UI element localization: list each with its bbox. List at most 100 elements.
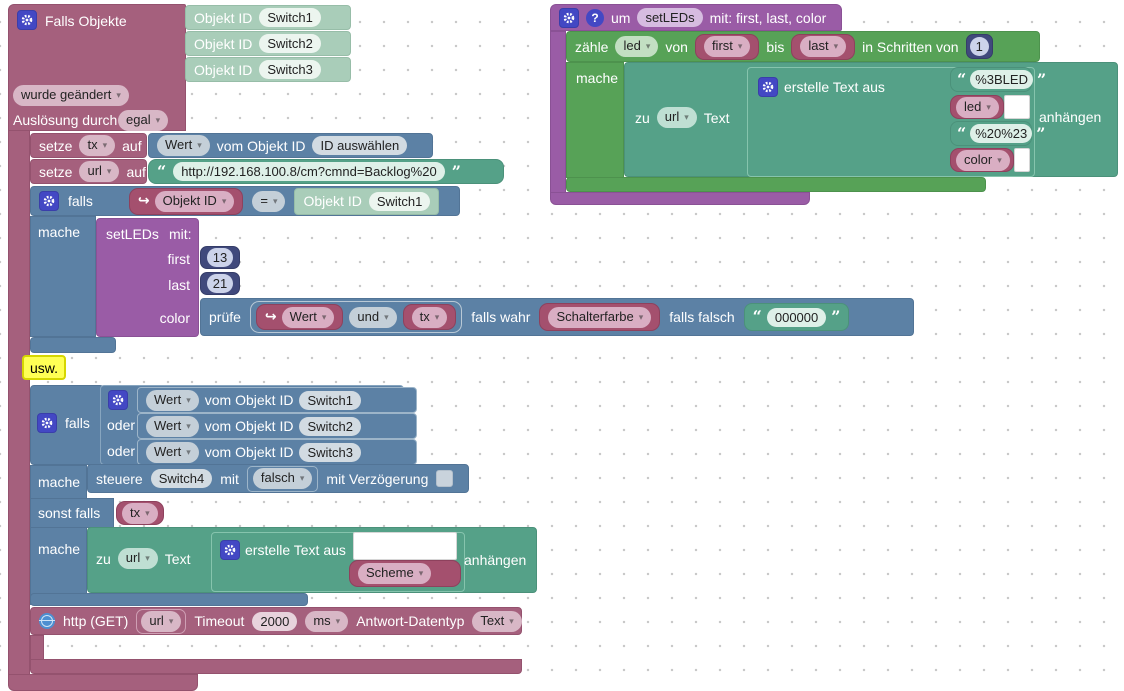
string-block[interactable]: http://192.168.100.8/cm?cmnd=Backlog%20 bbox=[148, 159, 504, 184]
if-block-header[interactable]: falls Objekt ID = Objekt ID Switch1 bbox=[30, 186, 460, 216]
help-icon[interactable] bbox=[586, 8, 604, 27]
string-field[interactable]: 000000 bbox=[766, 307, 827, 327]
object-id-picker[interactable]: ID auswählen bbox=[312, 136, 408, 155]
variable-dropdown[interactable]: tx bbox=[411, 306, 448, 328]
get-state-value-block[interactable]: Wert vom Objekt ID Switch3 bbox=[137, 439, 417, 465]
if-block-footer[interactable] bbox=[30, 337, 116, 353]
gear-icon[interactable] bbox=[758, 77, 778, 97]
number-block[interactable]: 21 bbox=[200, 272, 240, 295]
variable-get-block[interactable]: Schalterfarbe bbox=[539, 303, 661, 331]
trigger-block-spine[interactable] bbox=[8, 130, 30, 676]
variable-get-block[interactable]: led bbox=[950, 95, 1004, 119]
number-field[interactable]: 1 bbox=[969, 37, 989, 56]
string-block[interactable]: %3BLED bbox=[950, 67, 1033, 92]
variable-dropdown[interactable]: last bbox=[800, 36, 847, 57]
variable-dropdown[interactable]: led bbox=[956, 96, 999, 118]
procedure-def-block[interactable]: um setLEDs mit: first, last, color bbox=[550, 4, 842, 31]
string-field[interactable]: %3BLED bbox=[970, 70, 1033, 89]
if-block-spine[interactable]: mache bbox=[30, 216, 96, 337]
number-block[interactable]: 1 bbox=[965, 34, 993, 59]
gear-icon[interactable] bbox=[17, 10, 37, 30]
variable-get-block[interactable]: color bbox=[950, 148, 1014, 172]
variable-dropdown-url[interactable]: url bbox=[79, 161, 120, 182]
logic-or-block[interactable]: oder oder Wert vom Objekt ID Switch1 Wer… bbox=[100, 385, 417, 465]
empty-value-slot[interactable] bbox=[1014, 148, 1030, 172]
variable-get-block[interactable]: tx bbox=[116, 501, 164, 525]
control-state-block[interactable]: steuere Switch4 mit falsch mit Verzögeru… bbox=[87, 464, 469, 493]
unit-dropdown[interactable]: ms bbox=[305, 610, 349, 632]
timeout-field[interactable]: 2000 bbox=[252, 611, 298, 631]
number-field[interactable]: 13 bbox=[206, 248, 234, 267]
change-mode-dropdown[interactable]: wurde geändert bbox=[13, 85, 129, 106]
state-attr-dropdown[interactable]: Wert bbox=[146, 415, 199, 437]
string-field[interactable]: %20%23 bbox=[970, 124, 1033, 143]
empty-value-slot[interactable] bbox=[1004, 95, 1030, 119]
count-loop-block[interactable]: zähle led von first bis last in Schritte… bbox=[566, 31, 1040, 62]
variable-get-block[interactable]: Objekt ID bbox=[128, 187, 244, 215]
get-state-value-block[interactable]: Wert vom Objekt ID Switch1 bbox=[137, 387, 417, 413]
set-variable-block[interactable]: setze url auf bbox=[30, 159, 147, 184]
http-block-spine[interactable] bbox=[30, 635, 44, 660]
object-id-field[interactable]: Switch1 bbox=[368, 191, 431, 211]
variable-get-block[interactable]: Wert bbox=[255, 304, 344, 330]
compare-op-dropdown[interactable]: = bbox=[252, 190, 286, 212]
http-block-footer[interactable] bbox=[30, 659, 522, 674]
logic-op-dropdown[interactable]: und bbox=[349, 306, 397, 328]
procedure-name-field[interactable]: setLEDs bbox=[637, 8, 703, 27]
loop-variable-dropdown[interactable]: led bbox=[615, 36, 659, 57]
delay-checkbox[interactable] bbox=[436, 470, 454, 487]
variable-dropdown[interactable]: url bbox=[141, 610, 182, 632]
state-attr-dropdown[interactable]: Wert bbox=[157, 135, 210, 156]
trigger-by-dropdown[interactable]: egal bbox=[118, 110, 169, 131]
gear-icon[interactable] bbox=[108, 390, 128, 410]
string-block[interactable]: 000000 bbox=[743, 303, 850, 331]
get-state-value-block[interactable]: Wert vom Objekt ID ID auswählen bbox=[148, 133, 433, 158]
variable-get-block[interactable]: Scheme bbox=[349, 560, 461, 587]
variable-dropdown[interactable]: color bbox=[956, 149, 1010, 171]
set-variable-block[interactable]: setze tx auf bbox=[30, 133, 147, 158]
variable-dropdown[interactable]: Schalterfarbe bbox=[548, 306, 652, 328]
variable-dropdown[interactable]: tx bbox=[122, 502, 158, 524]
procedure-def-footer[interactable] bbox=[550, 192, 810, 205]
text-append-block[interactable]: zu url Text erstelle Text aus Scheme anh… bbox=[87, 527, 537, 593]
gear-icon[interactable] bbox=[37, 413, 57, 433]
state-attr-dropdown[interactable]: Wert bbox=[146, 389, 199, 411]
variable-get-block[interactable]: last bbox=[791, 33, 856, 60]
object-id-field[interactable]: Switch2 bbox=[299, 416, 361, 436]
variable-dropdown[interactable]: Scheme bbox=[358, 563, 432, 584]
gear-icon[interactable] bbox=[39, 191, 59, 211]
trigger-block[interactable]: Falls Objekte wurde geändert Auslösung d… bbox=[8, 4, 186, 131]
procedure-def-spine[interactable] bbox=[550, 31, 566, 193]
object-id-block[interactable]: Objekt ID Switch2 bbox=[185, 31, 351, 56]
object-id-block[interactable]: Objekt ID Switch3 bbox=[185, 57, 351, 82]
procedure-call-block[interactable]: setLEDs mit: first last color bbox=[96, 218, 199, 337]
comment-block[interactable]: usw. bbox=[22, 355, 66, 380]
ternary-block[interactable]: prüfe Wert und tx falls wahr Schalterfar… bbox=[200, 298, 914, 336]
http-get-block[interactable]: http (GET) url Timeout 2000 ms Antwort-D… bbox=[30, 607, 522, 635]
object-id-field[interactable]: Switch1 bbox=[259, 8, 321, 27]
gear-icon[interactable] bbox=[559, 7, 579, 28]
logic-and-block[interactable]: Wert und tx bbox=[249, 301, 463, 333]
logic-boolean-block[interactable]: falsch bbox=[246, 465, 319, 492]
trigger-block-footer[interactable] bbox=[8, 674, 198, 691]
object-id-block[interactable]: Objekt ID Switch1 bbox=[294, 187, 440, 215]
variable-dropdown[interactable]: url bbox=[656, 107, 697, 128]
variable-get-block[interactable]: first bbox=[694, 33, 760, 60]
response-type-dropdown[interactable]: Text bbox=[472, 610, 522, 632]
if-block-spine[interactable]: mache mache bbox=[30, 465, 87, 605]
variable-dropdown[interactable]: Objekt ID bbox=[154, 190, 235, 212]
object-id-field[interactable]: Switch3 bbox=[299, 442, 361, 462]
empty-value-slot[interactable] bbox=[353, 532, 457, 560]
loop-spine[interactable]: mache bbox=[566, 62, 624, 178]
variable-dropdown[interactable]: first bbox=[703, 36, 751, 57]
if-block-footer[interactable] bbox=[30, 593, 308, 606]
boolean-dropdown[interactable]: falsch bbox=[252, 468, 313, 489]
variable-get-block[interactable]: url bbox=[136, 608, 187, 634]
gear-icon[interactable] bbox=[220, 540, 240, 560]
object-id-field[interactable]: Switch1 bbox=[299, 390, 361, 410]
number-field[interactable]: 21 bbox=[206, 274, 234, 293]
number-block[interactable]: 13 bbox=[200, 246, 240, 269]
loop-footer[interactable] bbox=[566, 177, 986, 192]
object-id-field[interactable]: Switch2 bbox=[259, 34, 321, 53]
variable-dropdown[interactable]: Wert bbox=[281, 306, 335, 328]
